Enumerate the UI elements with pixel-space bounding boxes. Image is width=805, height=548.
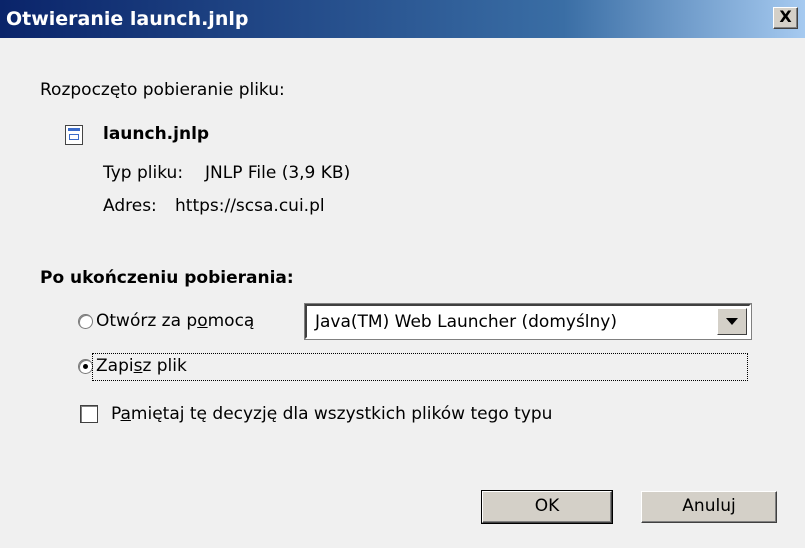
title-bar[interactable]: Otwieranie launch.jnlp X: [0, 0, 805, 38]
open-with-app-value: Java(TM) Web Launcher (domyślny): [315, 312, 617, 332]
save-file-focus-rect: [92, 353, 748, 381]
jnlp-file-icon: [65, 125, 83, 145]
open-with-label[interactable]: Otwórz za pomocą: [96, 311, 254, 331]
download-dialog: Otwieranie launch.jnlp X Rozpoczęto pobi…: [0, 0, 805, 548]
dropdown-arrow-button[interactable]: [717, 308, 747, 335]
close-button[interactable]: X: [773, 7, 798, 29]
chevron-down-icon: [726, 318, 738, 325]
remember-checkbox[interactable]: [80, 405, 98, 423]
after-download-heading: Po ukończeniu pobierania:: [40, 268, 294, 288]
open-with-app-select[interactable]: Java(TM) Web Launcher (domyślny): [304, 303, 752, 340]
file-type-label: Typ pliku:: [103, 163, 184, 183]
save-file-label[interactable]: Zapisz plik: [96, 356, 187, 376]
ok-button[interactable]: OK: [481, 490, 613, 524]
file-name: launch.jnlp: [103, 124, 210, 144]
open-with-radio[interactable]: [78, 314, 93, 329]
remember-label[interactable]: Pamiętaj tę decyzję dla wszystkich plikó…: [111, 404, 552, 424]
cancel-button[interactable]: Anuluj: [641, 491, 777, 523]
intro-text: Rozpoczęto pobieranie pliku:: [40, 80, 285, 100]
file-type-value: JNLP File (3,9 KB): [205, 163, 351, 183]
save-file-radio[interactable]: [78, 359, 93, 374]
window-title: Otwieranie launch.jnlp: [6, 8, 249, 30]
address-value: https://scsa.cui.pl: [175, 196, 325, 216]
address-label: Adres:: [103, 196, 157, 216]
